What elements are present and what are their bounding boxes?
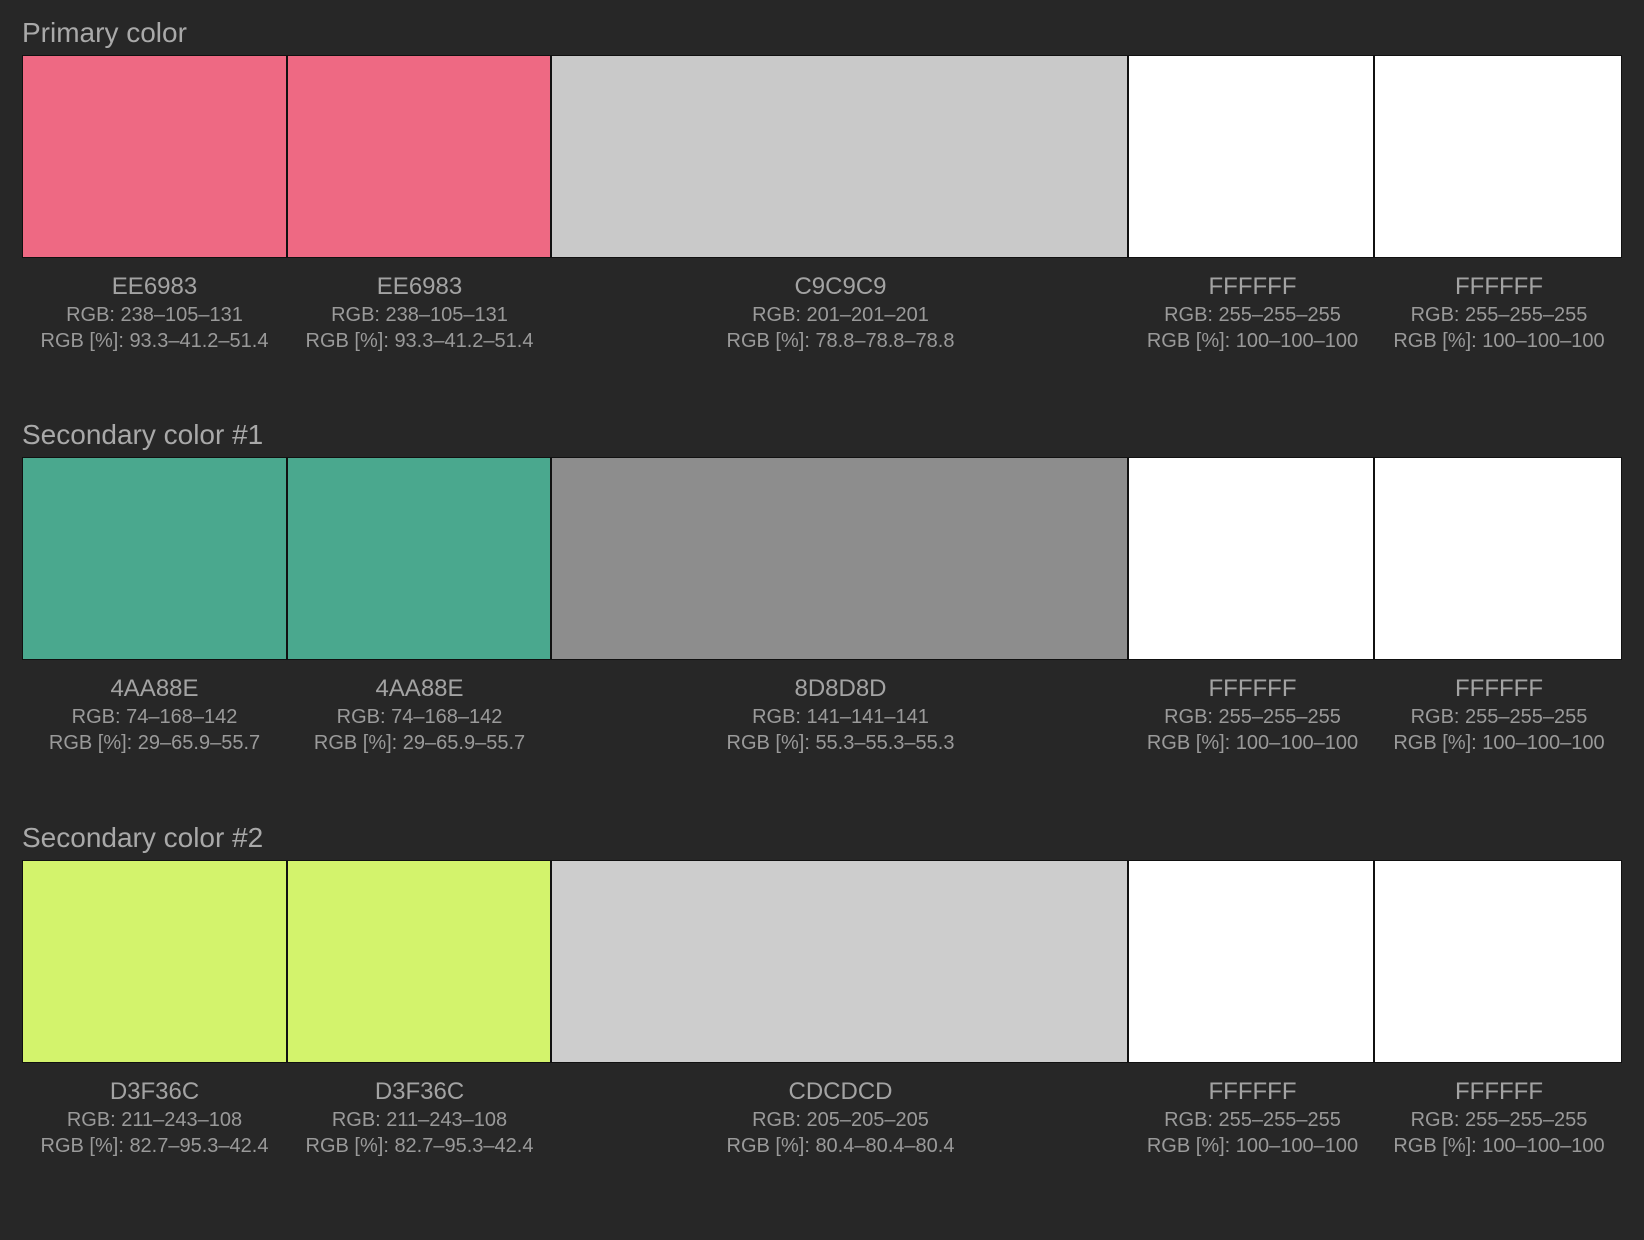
color-swatch[interactable]	[1375, 861, 1621, 1062]
hex-value: 4AA88E	[110, 675, 199, 702]
rgb-value: RGB: 255–255–255	[1164, 1109, 1341, 1131]
rgb-value: RGB: 255–255–255	[1164, 304, 1341, 326]
rgb-percent-value: RGB [%]: 100–100–100	[1146, 330, 1359, 352]
rgb-value: RGB: 238–105–131	[331, 304, 508, 326]
hex-value: FFFFFF	[1208, 273, 1297, 300]
rgb-percent-value: RGB [%]: 80.4–80.4–80.4	[726, 1135, 955, 1157]
color-swatch[interactable]	[287, 861, 553, 1062]
swatch-row	[22, 55, 1622, 258]
hex-value: FFFFFF	[1208, 675, 1297, 702]
rgb-percent-value: RGB [%]: 100–100–100	[1393, 330, 1605, 352]
hex-value: 8D8D8D	[794, 675, 887, 702]
color-swatch[interactable]	[23, 861, 288, 1062]
caption-row: D3F36C RGB: 211–243–108 RGB [%]: 82.7–95…	[22, 1077, 1622, 1159]
color-swatch[interactable]	[552, 861, 1129, 1062]
color-swatch[interactable]	[1375, 56, 1621, 257]
swatch-caption: 8D8D8D RGB: 141–141–141 RGB [%]: 55.3–55…	[552, 674, 1129, 756]
swatch-caption: FFFFFF RGB: 255–255–255 RGB [%]: 100–100…	[1129, 1077, 1376, 1159]
rgb-value: RGB: 74–168–142	[71, 706, 238, 728]
rgb-value: RGB: 255–255–255	[1164, 706, 1341, 728]
hex-value: D3F36C	[374, 1078, 465, 1105]
color-swatch[interactable]	[552, 56, 1129, 257]
rgb-value: RGB: 255–255–255	[1410, 706, 1588, 728]
rgb-percent-value: RGB [%]: 100–100–100	[1393, 732, 1605, 754]
section-title: Secondary color #1	[22, 419, 264, 450]
hex-value: D3F36C	[109, 1078, 200, 1105]
hex-value: EE6983	[111, 273, 198, 300]
swatch-caption: FFFFFF RGB: 255–255–255 RGB [%]: 100–100…	[1376, 674, 1622, 756]
rgb-value: RGB: 238–105–131	[66, 304, 243, 326]
rgb-value: RGB: 141–141–141	[752, 706, 929, 728]
caption-row: 4AA88E RGB: 74–168–142 RGB [%]: 29–65.9–…	[22, 674, 1622, 756]
rgb-percent-value: RGB [%]: 82.7–95.3–42.4	[305, 1135, 534, 1157]
color-swatch[interactable]	[1375, 458, 1621, 659]
swatch-caption: C9C9C9 RGB: 201–201–201 RGB [%]: 78.8–78…	[552, 272, 1129, 354]
color-swatch[interactable]	[23, 56, 288, 257]
rgb-percent-value: RGB [%]: 93.3–41.2–51.4	[40, 330, 269, 352]
color-swatch[interactable]	[1128, 56, 1376, 257]
rgb-percent-value: RGB [%]: 55.3–55.3–55.3	[726, 732, 955, 754]
rgb-percent-value: RGB [%]: 29–65.9–55.7	[48, 732, 261, 754]
color-swatch[interactable]	[287, 56, 553, 257]
rgb-value: RGB: 211–243–108	[331, 1109, 508, 1131]
swatch-row	[22, 457, 1622, 660]
color-swatch[interactable]	[1128, 861, 1376, 1062]
swatch-row	[22, 860, 1622, 1063]
rgb-percent-value: RGB [%]: 100–100–100	[1146, 732, 1359, 754]
rgb-value: RGB: 201–201–201	[752, 304, 929, 326]
rgb-percent-value: RGB [%]: 29–65.9–55.7	[313, 732, 526, 754]
rgb-value: RGB: 255–255–255	[1410, 304, 1588, 326]
color-swatch[interactable]	[287, 458, 553, 659]
swatch-caption: FFFFFF RGB: 255–255–255 RGB [%]: 100–100…	[1376, 1077, 1622, 1159]
swatch-caption: FFFFFF RGB: 255–255–255 RGB [%]: 100–100…	[1129, 272, 1376, 354]
hex-value: FFFFFF	[1455, 675, 1543, 702]
swatch-caption: EE6983 RGB: 238–105–131 RGB [%]: 93.3–41…	[22, 272, 287, 354]
section-title: Primary color	[22, 17, 187, 48]
swatch-caption: FFFFFF RGB: 255–255–255 RGB [%]: 100–100…	[1129, 674, 1376, 756]
section-title: Secondary color #2	[22, 822, 264, 853]
hex-value: CDCDCD	[788, 1078, 893, 1105]
rgb-value: RGB: 211–243–108	[66, 1109, 243, 1131]
rgb-percent-value: RGB [%]: 78.8–78.8–78.8	[726, 330, 955, 352]
hex-value: EE6983	[376, 273, 463, 300]
hex-value: FFFFFF	[1208, 1078, 1297, 1105]
color-swatch[interactable]	[1128, 458, 1376, 659]
swatch-caption: FFFFFF RGB: 255–255–255 RGB [%]: 100–100…	[1376, 272, 1622, 354]
hex-value: C9C9C9	[794, 273, 887, 300]
hex-value: 4AA88E	[375, 675, 464, 702]
color-palette: Primary color EE6983 RGB: 238–105–131 RG…	[0, 0, 1644, 1240]
swatch-caption: CDCDCD RGB: 205–205–205 RGB [%]: 80.4–80…	[552, 1077, 1129, 1159]
hex-value: FFFFFF	[1455, 273, 1543, 300]
rgb-percent-value: RGB [%]: 100–100–100	[1146, 1135, 1359, 1157]
rgb-percent-value: RGB [%]: 82.7–95.3–42.4	[40, 1135, 269, 1157]
rgb-value: RGB: 205–205–205	[752, 1109, 929, 1131]
hex-value: FFFFFF	[1455, 1078, 1543, 1105]
rgb-value: RGB: 255–255–255	[1410, 1109, 1588, 1131]
caption-row: EE6983 RGB: 238–105–131 RGB [%]: 93.3–41…	[22, 272, 1622, 354]
swatch-caption: 4AA88E RGB: 74–168–142 RGB [%]: 29–65.9–…	[287, 674, 552, 756]
swatch-caption: EE6983 RGB: 238–105–131 RGB [%]: 93.3–41…	[287, 272, 552, 354]
color-swatch[interactable]	[552, 458, 1129, 659]
rgb-percent-value: RGB [%]: 100–100–100	[1393, 1135, 1605, 1157]
swatch-caption: 4AA88E RGB: 74–168–142 RGB [%]: 29–65.9–…	[22, 674, 287, 756]
rgb-percent-value: RGB [%]: 93.3–41.2–51.4	[305, 330, 534, 352]
color-swatch[interactable]	[23, 458, 288, 659]
rgb-value: RGB: 74–168–142	[336, 706, 503, 728]
swatch-caption: D3F36C RGB: 211–243–108 RGB [%]: 82.7–95…	[287, 1077, 552, 1159]
swatch-caption: D3F36C RGB: 211–243–108 RGB [%]: 82.7–95…	[22, 1077, 287, 1159]
